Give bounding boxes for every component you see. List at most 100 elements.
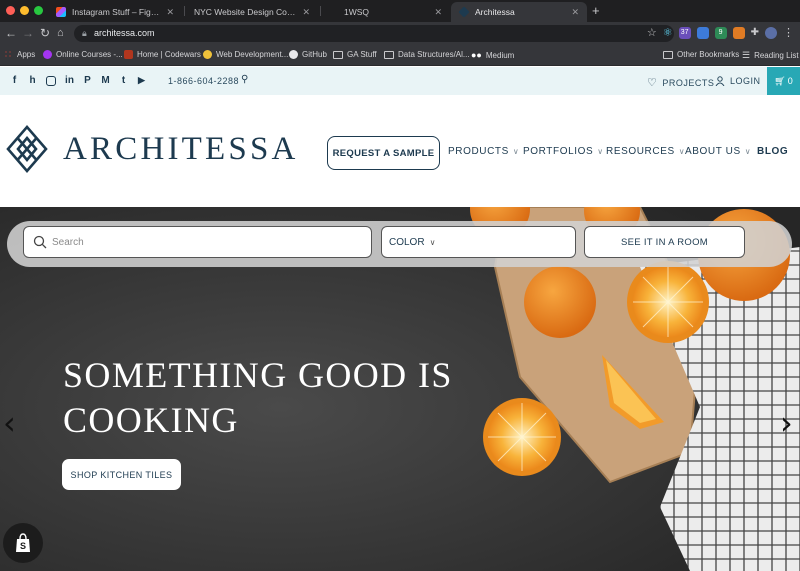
more-menu-icon[interactable]: ⋮ bbox=[783, 26, 794, 39]
reading-list[interactable]: ☰ Reading List bbox=[742, 50, 799, 61]
bookmark-folder[interactable]: Data Structures/Al... bbox=[384, 50, 470, 59]
forward-arrow-icon[interactable]: → bbox=[22, 26, 34, 40]
web-dev-icon bbox=[203, 50, 212, 59]
location-pin-icon[interactable]: ⚲ bbox=[241, 74, 248, 85]
folder-icon bbox=[384, 50, 394, 59]
bookmark-label: Online Courses -... bbox=[56, 50, 123, 59]
product-search-bar: COLOR ∨ SEE IT IN A ROOM bbox=[7, 221, 792, 267]
bookmark-label: Medium bbox=[485, 50, 515, 60]
medium-icon[interactable]: M bbox=[101, 75, 110, 86]
nav-portfolios[interactable]: PORTFOLIOS ∨ bbox=[523, 146, 604, 157]
fox-extension-icon[interactable] bbox=[732, 26, 745, 39]
bookmark-label: Data Structures/Al... bbox=[398, 50, 470, 59]
architessa-favicon-icon bbox=[458, 6, 470, 18]
facebook-icon[interactable]: f bbox=[10, 75, 19, 86]
see-it-in-a-room-button[interactable]: SEE IT IN A ROOM bbox=[584, 226, 745, 258]
social-links: f h in P M t ▶ bbox=[10, 75, 146, 86]
extension-badge-icon[interactable]: 9 bbox=[714, 26, 727, 39]
instagram-icon[interactable] bbox=[46, 75, 56, 86]
headline-line: SOMETHING GOOD IS bbox=[63, 355, 453, 395]
extension-badge-icon[interactable]: 37 bbox=[678, 26, 691, 39]
bookmarks-bar: Apps Online Courses -... Home | Codewars… bbox=[0, 45, 800, 66]
back-arrow-icon[interactable]: ← bbox=[5, 26, 17, 40]
nav-label: ABOUT US bbox=[685, 146, 741, 157]
browser-tab[interactable]: Instagram Stuff – Figma ✕ bbox=[48, 2, 182, 22]
houzz-icon[interactable]: h bbox=[28, 75, 37, 86]
close-tab-icon[interactable]: ✕ bbox=[571, 7, 579, 18]
bookmark-item[interactable]: Web Development... bbox=[203, 50, 288, 59]
browser-tab[interactable]: 1WSQ ✕ bbox=[322, 2, 450, 22]
close-window-button[interactable] bbox=[6, 6, 15, 15]
nav-label: PORTFOLIOS bbox=[523, 146, 594, 157]
shopify-chat-button[interactable]: S bbox=[3, 523, 43, 563]
nav-about-us[interactable]: ABOUT US ∨ bbox=[685, 146, 751, 157]
cart-icon: 🛒︎ bbox=[774, 75, 786, 86]
figma-icon bbox=[56, 7, 66, 17]
star-icon[interactable]: ☆ bbox=[647, 26, 657, 39]
tab-title: Instagram Stuff – Figma bbox=[72, 7, 161, 17]
new-tab-icon[interactable]: + bbox=[592, 3, 600, 18]
request-sample-button[interactable]: REQUEST A SAMPLE bbox=[327, 136, 440, 170]
minimize-window-button[interactable] bbox=[20, 6, 29, 15]
pinterest-icon[interactable]: P bbox=[83, 75, 92, 86]
architessa-logo-icon[interactable] bbox=[6, 125, 48, 173]
apps-grid-icon bbox=[4, 50, 13, 59]
bookmark-item[interactable]: ●● Medium bbox=[471, 50, 514, 60]
extension-area: ☆ ⚛ 37 9 ✚ ⋮ bbox=[647, 26, 794, 39]
chevron-down-icon: ∨ bbox=[429, 237, 436, 247]
carousel-prev-arrow-icon[interactable]: ‹ bbox=[3, 407, 16, 439]
close-tab-icon[interactable]: ✕ bbox=[434, 7, 442, 18]
browser-tab-strip: Instagram Stuff – Figma ✕ NYC Website De… bbox=[0, 0, 800, 22]
other-bookmarks[interactable]: Other Bookmarks bbox=[663, 50, 739, 59]
bookmark-apps[interactable]: Apps bbox=[4, 50, 35, 59]
phone-number[interactable]: 1-866-604-2288 bbox=[168, 76, 239, 86]
browser-tab-active[interactable]: Architessa ✕ bbox=[451, 2, 587, 22]
bookmark-item[interactable]: GitHub bbox=[289, 50, 327, 59]
color-dropdown[interactable]: COLOR ∨ bbox=[381, 226, 576, 258]
extension-icon[interactable] bbox=[696, 26, 709, 39]
chevron-down-icon: ∨ bbox=[512, 147, 520, 156]
search-field[interactable] bbox=[23, 226, 372, 258]
nav-resources[interactable]: RESOURCES ∨ bbox=[606, 146, 685, 157]
cart-count: 0 bbox=[787, 76, 793, 86]
address-bar[interactable]: 🔒︎ architessa.com bbox=[74, 25, 674, 42]
bookmark-label: Other Bookmarks bbox=[677, 50, 740, 59]
bookmark-label: GitHub bbox=[302, 50, 327, 59]
nav-products[interactable]: PRODUCTS ∨ bbox=[448, 146, 519, 157]
profile-avatar[interactable] bbox=[765, 26, 777, 39]
carousel-next-arrow-icon[interactable]: › bbox=[780, 407, 793, 439]
cart-button[interactable]: 🛒︎ 0 bbox=[767, 67, 800, 95]
url-text: architessa.com bbox=[94, 28, 155, 38]
bookmark-label: Home | Codewars bbox=[137, 50, 201, 59]
linkedin-icon[interactable]: in bbox=[65, 75, 74, 86]
search-input[interactable] bbox=[52, 233, 352, 251]
bookmark-item[interactable]: Home | Codewars bbox=[124, 50, 201, 59]
chevron-down-icon: ∨ bbox=[597, 147, 604, 156]
login-link[interactable]: LOGIN bbox=[715, 76, 761, 86]
site-top-bar: f h in P M t ▶ 1-866-604-2288 ⚲ ♡ PROJEC… bbox=[0, 67, 800, 95]
puzzle-icon[interactable]: ✚ bbox=[751, 27, 759, 38]
close-tab-icon[interactable]: ✕ bbox=[302, 7, 310, 18]
bookmark-folder[interactable]: GA Stuff bbox=[333, 50, 377, 59]
react-devtools-icon[interactable]: ⚛ bbox=[663, 26, 673, 39]
logo-wordmark[interactable]: ARCHITESSA bbox=[63, 131, 299, 168]
tab-title: Architessa bbox=[475, 7, 515, 17]
nav-blog[interactable]: BLOG bbox=[757, 146, 788, 157]
nav-label: PRODUCTS bbox=[448, 146, 509, 157]
browser-tab[interactable]: NYC Website Design Company ✕ bbox=[186, 2, 318, 22]
home-icon[interactable]: ⌂ bbox=[57, 26, 64, 40]
bookmark-label: Apps bbox=[17, 50, 36, 59]
projects-link[interactable]: ♡ PROJECTS bbox=[647, 76, 714, 89]
bookmark-label: Reading List bbox=[754, 51, 799, 60]
maximize-window-button[interactable] bbox=[34, 6, 43, 15]
youtube-icon[interactable]: ▶ bbox=[137, 75, 146, 86]
user-icon bbox=[715, 76, 725, 86]
close-tab-icon[interactable]: ✕ bbox=[166, 7, 174, 18]
reload-icon[interactable]: ↻ bbox=[40, 26, 50, 40]
tab-title: NYC Website Design Company bbox=[194, 7, 296, 17]
projects-label: PROJECTS bbox=[662, 77, 715, 88]
bookmark-item[interactable]: Online Courses -... bbox=[43, 50, 123, 59]
shop-kitchen-tiles-button[interactable]: SHOP KITCHEN TILES bbox=[62, 459, 181, 490]
twitter-icon[interactable]: t bbox=[119, 75, 128, 86]
hero-headline: SOMETHING GOOD IS COOKING bbox=[63, 353, 483, 443]
